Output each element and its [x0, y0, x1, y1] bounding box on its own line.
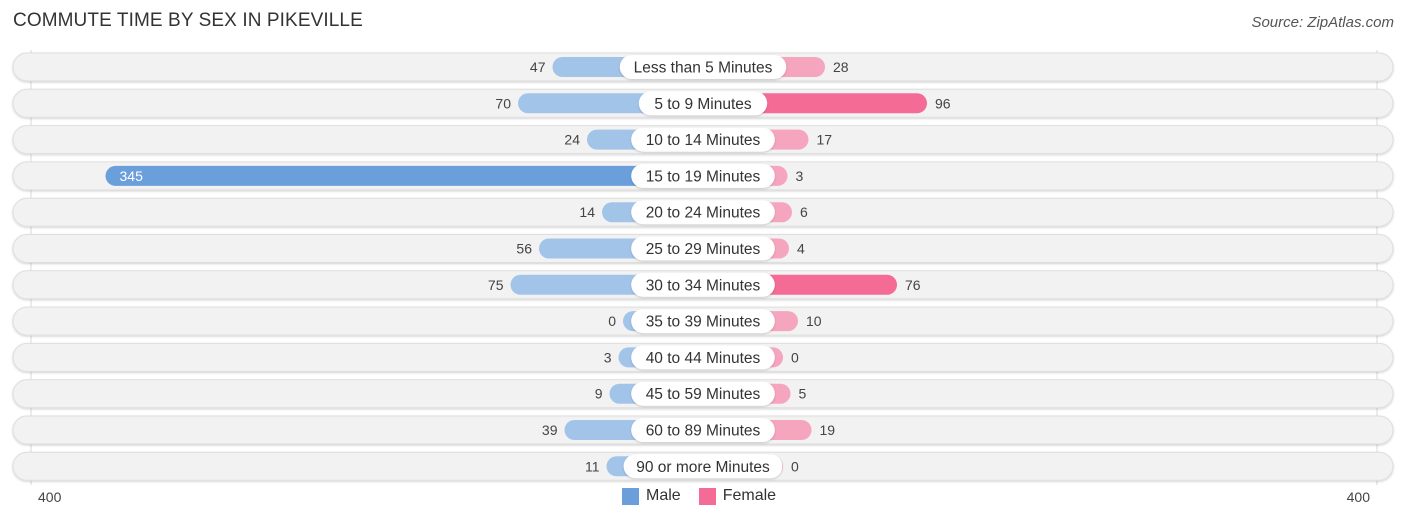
value-label-male: 56: [516, 241, 532, 257]
legend-item-male[interactable]: Male: [622, 487, 681, 505]
value-label-female: 28: [833, 59, 849, 75]
value-label-female: 76: [905, 277, 921, 293]
legend-label-male: Male: [646, 487, 681, 504]
category-label: 5 to 9 Minutes: [654, 96, 752, 113]
category-label: 10 to 14 Minutes: [646, 132, 761, 149]
bar-row: 45 to 59 Minutes 9 5: [12, 379, 1394, 409]
category-label: 20 to 24 Minutes: [646, 205, 761, 222]
bar-male: [105, 165, 703, 186]
legend-swatch-male: [622, 487, 639, 505]
category-label: 45 to 59 Minutes: [646, 386, 761, 403]
value-label-female: 6: [800, 204, 808, 220]
axis-tick-right: 400: [1346, 489, 1370, 505]
legend-item-female[interactable]: Female: [698, 487, 777, 505]
value-label-female: 0: [791, 458, 799, 474]
bar-row: 90 or more Minutes 11 0: [12, 451, 1394, 481]
category-label: 35 to 39 Minutes: [646, 314, 761, 331]
bar-row: Less than 5 Minutes 47 28: [12, 52, 1394, 82]
bar-row: 60 to 89 Minutes 39 19: [12, 415, 1394, 445]
bar-row: 30 to 34 Minutes 75 76: [12, 270, 1394, 300]
bar-row: 5 to 9 Minutes 70 96: [12, 88, 1394, 118]
bar-row: 40 to 44 Minutes 3 0: [12, 342, 1394, 372]
bar-row: 20 to 24 Minutes 14 6: [12, 197, 1394, 227]
bar-row: 35 to 39 Minutes 0 10: [12, 306, 1394, 336]
bar-row: 25 to 29 Minutes 56 4: [12, 234, 1394, 263]
value-label-male: 24: [564, 132, 580, 148]
category-label: 90 or more Minutes: [636, 459, 770, 476]
value-label-male: 47: [530, 59, 546, 75]
value-label-female: 0: [791, 349, 799, 365]
legend-label-female: Female: [722, 487, 777, 504]
value-label-male: 9: [595, 386, 603, 402]
category-label: 25 to 29 Minutes: [646, 241, 761, 258]
value-label-male: 70: [495, 95, 511, 111]
value-label-male: 11: [585, 458, 600, 474]
value-label-male: 14: [579, 204, 595, 220]
category-label: Less than 5 Minutes: [634, 60, 773, 77]
value-label-female: 4: [797, 241, 805, 257]
value-label-female: 96: [935, 95, 951, 111]
value-label-female: 3: [796, 168, 804, 184]
legend: Male Female: [622, 487, 794, 505]
bar-row: 10 to 14 Minutes 24 17: [12, 125, 1394, 155]
legend-swatch-female: [698, 487, 716, 505]
value-label-female: 10: [806, 313, 822, 329]
value-label-female: 17: [817, 132, 833, 148]
value-label-male: 345: [120, 168, 144, 184]
chart-plot: Less than 5 Minutes 47 28 5 to 9 Minutes 70 9…: [12, 50, 1394, 485]
bar-row: 15 to 19 Minutes 345 3: [12, 161, 1394, 191]
value-label-male: 0: [608, 313, 616, 329]
axis-tick-left: 400: [38, 489, 62, 505]
category-label: 40 to 44 Minutes: [646, 350, 761, 367]
category-label: 15 to 19 Minutes: [646, 168, 761, 185]
category-label: 60 to 89 Minutes: [646, 423, 761, 440]
value-label-male: 39: [542, 422, 558, 438]
value-label-male: 3: [604, 349, 612, 365]
value-label-male: 75: [488, 277, 504, 293]
value-label-female: 5: [799, 386, 807, 402]
value-label-female: 19: [820, 422, 836, 438]
category-label: 30 to 34 Minutes: [646, 277, 761, 294]
